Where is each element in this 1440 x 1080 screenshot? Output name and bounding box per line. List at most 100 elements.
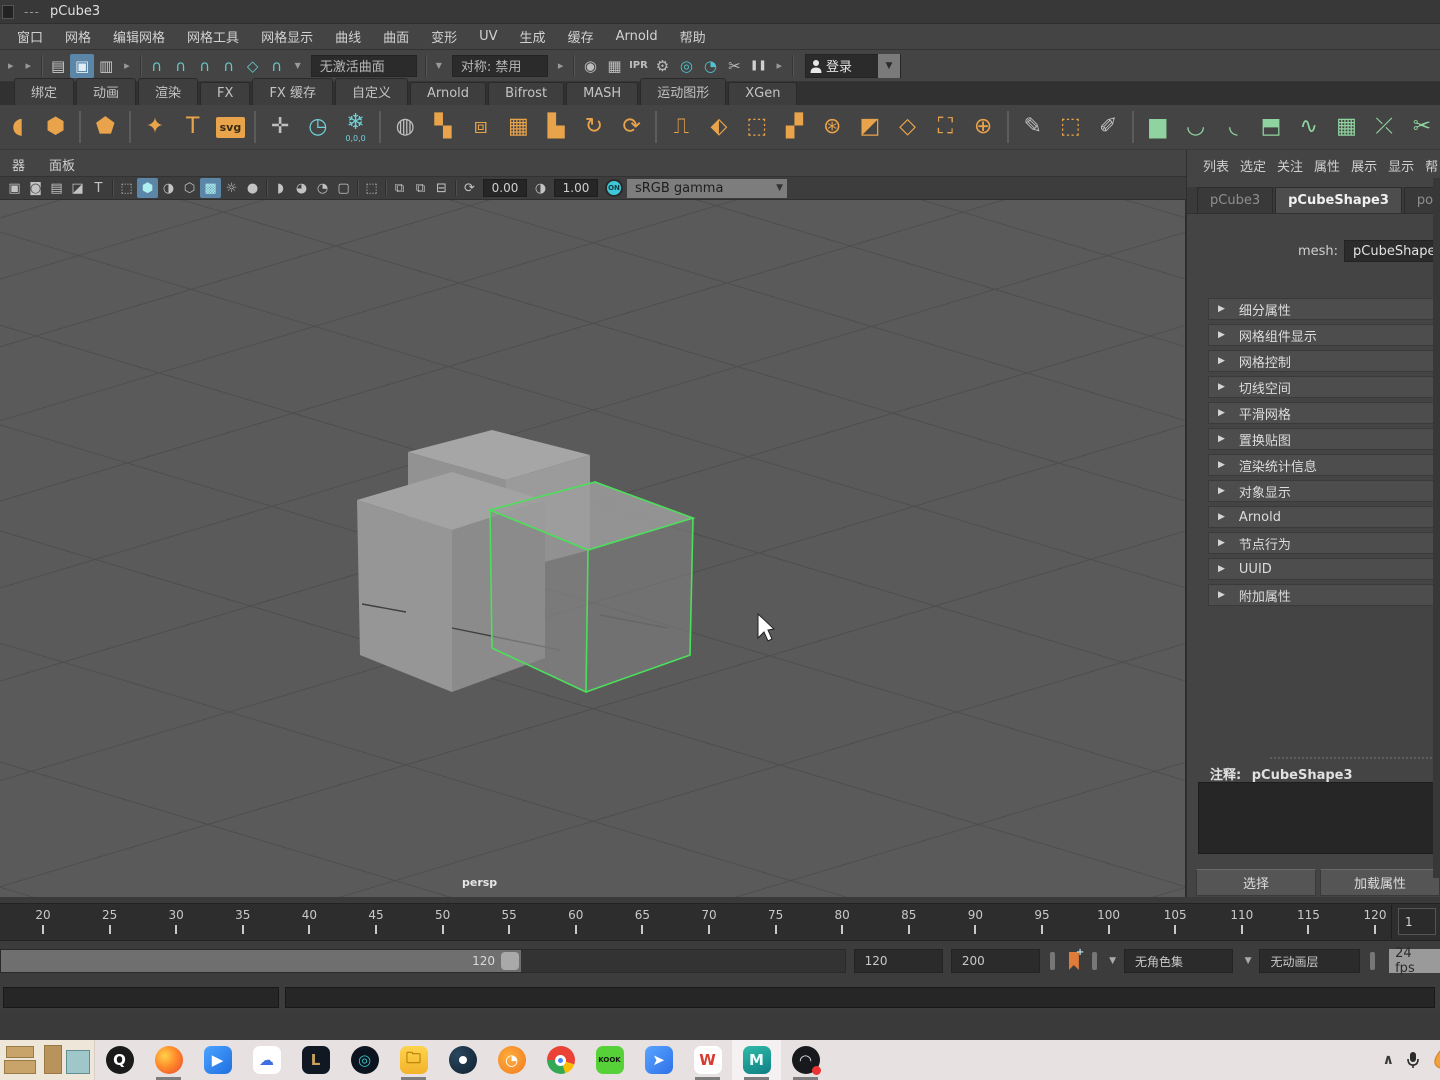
render-setup-icon[interactable]: ◔: [698, 54, 722, 78]
paint-cube-icon[interactable]: ⬒: [1253, 108, 1289, 146]
menu-deform[interactable]: 变形: [420, 24, 468, 49]
vp-menu-panels[interactable]: 面板: [39, 153, 85, 176]
render-view-icon[interactable]: ◉: [578, 54, 602, 78]
range-slider-handle[interactable]: [501, 952, 519, 970]
expand-arrow-icon[interactable]: ▶: [1218, 460, 1225, 470]
taskbar-item-obs[interactable]: ◠: [781, 1040, 830, 1080]
snap-curve-icon[interactable]: ∩: [169, 54, 193, 78]
slider-handle-icon[interactable]: [1092, 952, 1098, 970]
xray-icon[interactable]: ⧉: [389, 178, 410, 198]
select-component-icon[interactable]: ▥: [94, 54, 118, 78]
menu-mesh[interactable]: 网格: [54, 24, 102, 49]
use-all-lights-icon[interactable]: ▩: [200, 178, 221, 198]
light-editor-icon[interactable]: ✂: [722, 54, 746, 78]
ae-section-uuid[interactable]: ▶ UUID: [1208, 558, 1440, 580]
ae-tab-pcubeshape3[interactable]: pCubeShape3: [1275, 187, 1402, 213]
pinned-folder-preview[interactable]: [0, 1040, 95, 1080]
menu-curves[interactable]: 曲线: [324, 24, 372, 49]
crossing-arrows-icon[interactable]: ⤫: [1366, 108, 1402, 146]
ae-section-extra-attributes[interactable]: ▶ 附加属性: [1208, 584, 1440, 606]
range-slider-track[interactable]: 120: [0, 949, 846, 973]
menu-edit-mesh[interactable]: 编辑网格: [102, 24, 176, 49]
ae-section-smooth-mesh[interactable]: ▶ 平滑网格: [1208, 402, 1440, 424]
color-management-toggle[interactable]: ON: [605, 179, 623, 197]
anim-layer-dropdown[interactable]: 无动画层: [1259, 949, 1361, 973]
grid-corner-icon[interactable]: ▙: [538, 108, 574, 146]
ae-tab-pcube3[interactable]: pCube3: [1197, 187, 1274, 213]
set-key-icon[interactable]: +: [1067, 947, 1084, 972]
expand-arrow-icon[interactable]: ▶: [1218, 304, 1225, 314]
ae-section-mesh-component-display[interactable]: ▶ 网格组件显示: [1208, 324, 1440, 346]
ae-section-render-stats[interactable]: ▶ 渲染统计信息: [1208, 454, 1440, 476]
chevron-down-icon[interactable]: ▼: [1245, 956, 1252, 966]
lighting-icon[interactable]: ☼: [221, 178, 242, 198]
microphone-icon[interactable]: [1406, 1051, 1420, 1069]
shelf-tab-bifrost[interactable]: Bifrost: [488, 82, 565, 105]
collapse-arrow-icon[interactable]: ▸: [20, 59, 38, 72]
expand-arrow-icon[interactable]: ▶: [1218, 486, 1225, 496]
ae-section-node-behavior[interactable]: ▶ 节点行为: [1208, 532, 1440, 554]
wireframe-icon[interactable]: ⬚: [116, 178, 137, 198]
taskbar-item[interactable]: [0, 1040, 95, 1080]
select-hierarchy-icon[interactable]: ▤: [46, 54, 70, 78]
lock-camera-icon[interactable]: ◙: [25, 178, 46, 198]
vp-menu-renderer-cut[interactable]: 器: [2, 153, 35, 176]
exposure-field[interactable]: 0.00: [483, 179, 527, 197]
menu-cache[interactable]: 缓存: [557, 24, 605, 49]
menu-generate[interactable]: 生成: [509, 24, 557, 49]
taskbar-item-file-explorer[interactable]: 🗀: [389, 1040, 438, 1080]
flame-icon[interactable]: [1432, 1050, 1440, 1070]
chevron-down-icon[interactable]: ▼: [1109, 956, 1116, 966]
xray-joints-icon[interactable]: ⧉: [410, 178, 431, 198]
paint-curve-icon[interactable]: ∿: [1291, 108, 1327, 146]
snap-live-icon[interactable]: ∩: [265, 54, 289, 78]
current-frame-field[interactable]: 1: [1398, 908, 1436, 935]
collapse-arrow-icon[interactable]: ▸: [118, 59, 136, 72]
dots-globe-icon[interactable]: ⊕: [965, 108, 1001, 146]
select-camera-icon[interactable]: ▣: [4, 178, 25, 198]
taskbar-item-kook[interactable]: KOOK: [585, 1040, 634, 1080]
ae-menu-help-cut[interactable]: 帮: [1425, 156, 1440, 175]
character-set-dropdown[interactable]: 无角色集: [1124, 949, 1233, 973]
expand-arrow-icon[interactable]: ▶: [1218, 512, 1225, 522]
expand-arrow-icon[interactable]: ▶: [1218, 538, 1225, 548]
snap-view-plane-icon[interactable]: ◇: [241, 54, 265, 78]
svg-tool-icon[interactable]: svg: [213, 108, 249, 146]
node-frame-icon[interactable]: ⬚: [1053, 108, 1089, 146]
ae-section-object-display[interactable]: ▶ 对象显示: [1208, 480, 1440, 502]
taskbar-item-lol[interactable]: L: [291, 1040, 340, 1080]
view-transform-dropdown[interactable]: sRGB gamma ▼: [627, 178, 787, 198]
node-pen-icon[interactable]: ✐: [1090, 108, 1126, 146]
taskbar-item-steam[interactable]: [438, 1040, 487, 1080]
flat-diamonds-icon[interactable]: ◇: [890, 108, 926, 146]
menu-surfaces[interactable]: 曲面: [372, 24, 420, 49]
expand-arrow-icon[interactable]: ▶: [1218, 382, 1225, 392]
depth-peeling-icon[interactable]: ▢: [333, 178, 354, 198]
scissors-cut-icon[interactable]: ✂: [1404, 108, 1440, 146]
lattice-frame-icon[interactable]: ⛶: [927, 108, 963, 146]
taskbar-item-chrome[interactable]: [536, 1040, 585, 1080]
taskbar-item-xunlei[interactable]: ➤: [634, 1040, 683, 1080]
render-settings-icon[interactable]: ⚙: [650, 54, 674, 78]
selected-cube[interactable]: [487, 481, 696, 694]
expand-arrow-icon[interactable]: ▶: [1218, 330, 1225, 340]
texture-window-icon[interactable]: ▦: [1329, 108, 1365, 146]
open-cube-icon[interactable]: ⬚: [739, 108, 775, 146]
screen-ao-icon[interactable]: ◗: [270, 178, 291, 198]
chevron-down-icon[interactable]: ▼: [289, 61, 307, 70]
sphere-combine-icon[interactable]: ⬢: [38, 108, 74, 146]
snap-grid-icon[interactable]: ∩: [145, 54, 169, 78]
quad-draw-icon[interactable]: ▚: [425, 108, 461, 146]
shelf-tab-animation[interactable]: 动画: [76, 78, 137, 105]
taskbar-item-maya[interactable]: M: [732, 1040, 781, 1080]
wheel-icon[interactable]: ⊛: [814, 108, 850, 146]
menu-window[interactable]: 窗口: [6, 24, 54, 49]
extrude-icon[interactable]: ⎍: [663, 108, 699, 146]
login-dropdown[interactable]: 登录 ▼: [804, 53, 901, 78]
scatter-squares-icon[interactable]: ▞: [777, 108, 813, 146]
snap-projected-center-icon[interactable]: ∩: [217, 54, 241, 78]
star-primitive-icon[interactable]: ✦: [137, 108, 173, 146]
pause-viewport-icon[interactable]: ❚❚: [746, 54, 770, 78]
shelf-tab-xgen[interactable]: XGen: [728, 82, 798, 105]
gamma-field[interactable]: 1.00: [554, 179, 598, 197]
